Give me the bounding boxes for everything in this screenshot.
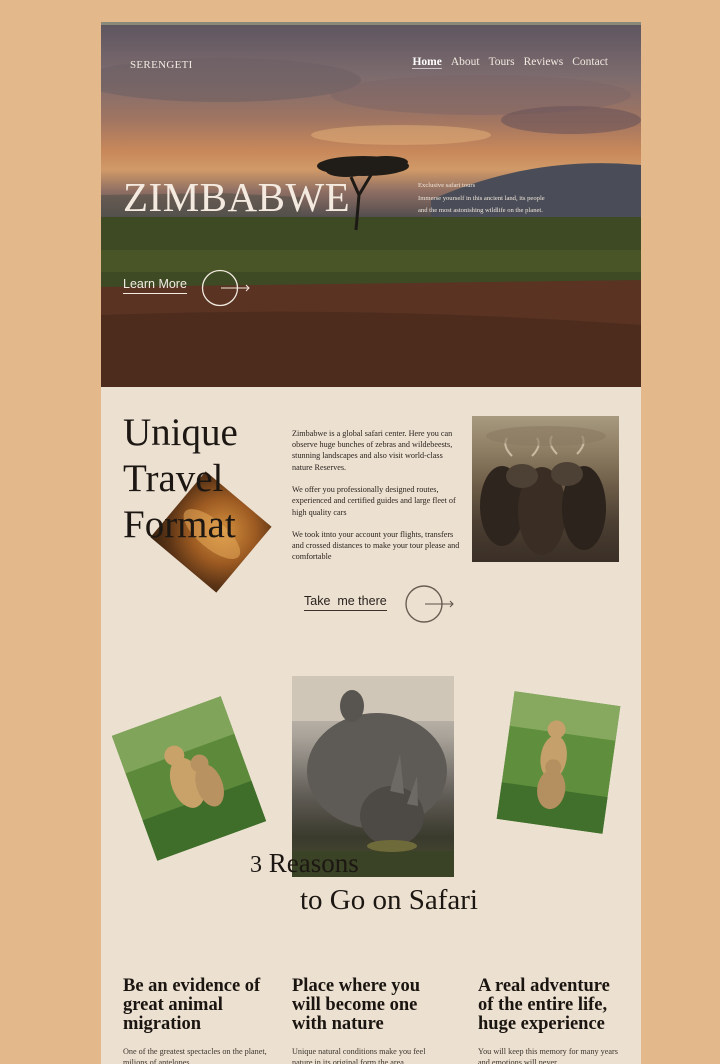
learn-more-link[interactable]: Learn More	[123, 277, 187, 294]
nav-contact[interactable]: Contact	[572, 56, 608, 69]
cheetah-illustration	[111, 696, 267, 861]
unique-title-line: Format	[123, 503, 236, 546]
unique-title: Unique Travel Format	[123, 410, 238, 548]
unique-paragraph: Zimbabwe is a global safari center. Here…	[292, 429, 453, 472]
hero-section: SERENGETI Home About Tours Reviews Conta…	[101, 22, 641, 387]
hero-title: ZIMBABWE	[123, 174, 351, 220]
reason-column: A real adventure of the entire life, hug…	[478, 977, 628, 1064]
nav-about[interactable]: About	[451, 56, 480, 69]
nav-tours[interactable]: Tours	[489, 56, 515, 69]
circle-arrow-icon[interactable]	[201, 268, 253, 308]
circle-arrow-icon[interactable]	[403, 583, 457, 625]
reason-text: You will keep this memory for many years…	[478, 1047, 618, 1064]
reason-text: Unique natural conditions make you feel …	[292, 1047, 426, 1064]
reason-column: Place where you will become one with nat…	[292, 977, 442, 1064]
site-logo[interactable]: SERENGETI	[130, 59, 193, 71]
rhino-illustration	[292, 676, 454, 877]
reason-text: One of the greatest spectacles on the pl…	[123, 1047, 267, 1064]
wildebeest-image	[472, 416, 619, 562]
unique-paragraph: We offer you professionally designed rou…	[292, 485, 456, 517]
main-nav: Home About Tours Reviews Contact	[412, 56, 608, 69]
cheetah-illustration	[496, 691, 621, 834]
hero-description: Exclusive safari tours Immerse yourself …	[418, 180, 578, 218]
hero-description-line: and the most astonishing wildlife on the…	[418, 207, 543, 214]
wildebeest-illustration	[480, 426, 606, 555]
reason-title: Place where you will become one with nat…	[292, 976, 421, 1034]
nav-home[interactable]: Home	[412, 56, 442, 69]
unique-title-line: Travel	[123, 457, 224, 500]
nav-reviews[interactable]: Reviews	[524, 56, 564, 69]
unique-paragraph: We took itnto your account your flights,…	[292, 530, 460, 562]
unique-title-line: Unique	[123, 411, 238, 454]
hero-description-line: Immerse yourself in this ancient land, i…	[418, 194, 545, 202]
cheetah-cubs-image-left	[111, 696, 267, 861]
take-me-there-link[interactable]: Take me there	[304, 594, 387, 611]
reason-column: Be an evidence of great animal migration…	[123, 977, 273, 1064]
reasons-title: 3 Reasons	[250, 848, 359, 879]
unique-description: Zimbabwe is a global safari center. Here…	[292, 428, 462, 574]
reasons-word: Reasons	[268, 848, 359, 878]
reason-title: Be an evidence of great animal migration	[123, 976, 261, 1034]
reason-title: A real adventure of the entire life, hug…	[478, 976, 610, 1034]
reasons-number: 3	[250, 852, 262, 878]
hero-description-line: Exclusive safari tours	[418, 182, 476, 189]
page-content: SERENGETI Home About Tours Reviews Conta…	[101, 22, 641, 1064]
reasons-subtitle: to Go on Safari	[300, 884, 478, 916]
cheetah-cubs-image-right	[496, 691, 621, 834]
rhino-image	[292, 676, 454, 877]
